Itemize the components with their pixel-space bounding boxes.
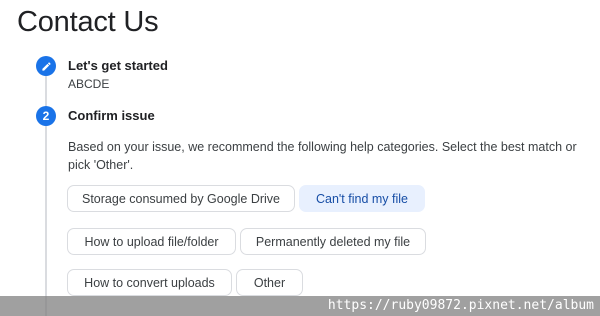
category-chip-cant-find-file[interactable]: Can't find my file	[299, 185, 425, 212]
watermark-url: https://ruby09872.pixnet.net/album	[0, 296, 600, 316]
category-chip-other[interactable]: Other	[236, 269, 303, 296]
step-1-value: ABCDE	[68, 77, 110, 91]
pencil-icon-glyph	[41, 61, 51, 71]
pencil-icon[interactable]	[36, 56, 56, 76]
step-1-title: Let's get started	[68, 58, 168, 73]
page-title: Contact Us	[17, 6, 159, 38]
contact-us-page: Contact Us Let's get started ABCDE 2 Con…	[0, 0, 600, 316]
category-chip-convert-uploads[interactable]: How to convert uploads	[67, 269, 232, 296]
category-chip-upload[interactable]: How to upload file/folder	[67, 228, 236, 255]
confirm-issue-description: Based on your issue, we recommend the fo…	[68, 140, 577, 172]
step-2-title: Confirm issue	[68, 108, 155, 123]
step-2-number-badge: 2	[36, 106, 56, 126]
category-chip-permanently-deleted[interactable]: Permanently deleted my file	[240, 228, 426, 255]
category-chip-storage[interactable]: Storage consumed by Google Drive	[67, 185, 295, 212]
